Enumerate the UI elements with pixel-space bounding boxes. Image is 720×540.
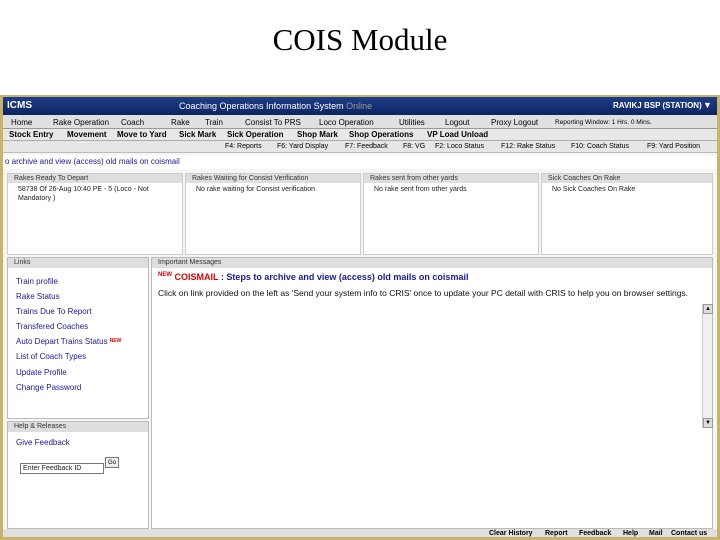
menu-item-rake-operation[interactable]: Rake Operation <box>53 118 109 127</box>
menu-item-utilities[interactable]: Utilities <box>399 118 425 127</box>
toolbar-vp-load-unload[interactable]: VP Load Unload <box>427 130 488 139</box>
links-box: Links Train profile Rake Status Trains D… <box>7 257 149 419</box>
link-transfered-coaches[interactable]: Transfered Coaches <box>16 319 148 334</box>
footer-report[interactable]: Report <box>545 530 568 537</box>
panel-body: No rake sent from other yards <box>374 186 467 193</box>
menu-item-loco-operation[interactable]: Loco Operation <box>319 118 374 127</box>
toolbar-movement[interactable]: Movement <box>67 130 107 139</box>
headline-text: : Steps to archive and view (access) old… <box>218 272 469 282</box>
menu-item-logout[interactable]: Logout <box>445 118 469 127</box>
footer-clear-history[interactable]: Clear History <box>489 530 533 537</box>
panel-rakes-ready: Rakes Ready To Depart 58738 Of 26-Aug 10… <box>7 173 183 255</box>
link-auto-depart[interactable]: Auto Depart Trains Status NEW <box>16 334 148 349</box>
reporting-window: Reporting Window: 1 Hrs. 0 Mins. <box>555 119 652 126</box>
system-status: Online <box>346 101 373 111</box>
new-badge: NEW <box>158 272 172 278</box>
fkey-loco-status[interactable]: F2: Loco Status <box>435 143 484 150</box>
panel-sick-coaches: Sick Coaches On Rake No Sick Coaches On … <box>541 173 713 255</box>
icms-logo: ICMS <box>7 100 32 111</box>
feedback-id-input[interactable] <box>20 463 104 474</box>
new-badge: NEW <box>109 338 122 345</box>
news-ticker[interactable]: o archive and view (access) old mails on… <box>3 155 717 169</box>
help-title: Help & Releases <box>8 422 148 432</box>
panel-body: No Sick Coaches On Rake <box>552 186 636 193</box>
fkey-coach-status[interactable]: F10: Coach Status <box>571 143 629 150</box>
menu-item-home[interactable]: Home <box>11 118 32 127</box>
menu-item-train[interactable]: Train <box>205 118 223 127</box>
toolbar-shop-mark[interactable]: Shop Mark <box>297 130 338 139</box>
link-rake-status[interactable]: Rake Status <box>16 289 148 304</box>
toolbar-shop-operations[interactable]: Shop Operations <box>349 130 413 139</box>
help-box: Help & Releases Give Feedback Go <box>7 421 149 529</box>
link-coach-types[interactable]: List of Coach Types <box>16 349 148 364</box>
scroll-up-arrow-icon[interactable]: ▲ <box>703 304 713 314</box>
footer-contact-us[interactable]: Contact us <box>671 530 707 537</box>
slide-title: COIS Module <box>272 22 448 57</box>
panel-title: Rakes sent from other yards <box>364 174 538 183</box>
icms-app: ICMS Coaching Operations Information Sys… <box>3 97 717 537</box>
fkey-yard-display[interactable]: F6: Yard Display <box>277 143 328 150</box>
give-feedback-link[interactable]: Give Feedback <box>8 432 148 447</box>
scroll-down-arrow-icon[interactable]: ▼ <box>703 418 713 428</box>
footer-mail[interactable]: Mail <box>649 530 663 537</box>
message-headline[interactable]: NEW COISMAIL : Steps to archive and view… <box>158 272 468 282</box>
panel-title: Sick Coaches On Rake <box>542 174 712 183</box>
links-title: Links <box>8 258 148 268</box>
menu-item-rake[interactable]: Rake <box>171 118 190 127</box>
link-change-password[interactable]: Change Password <box>16 380 148 395</box>
panel-rakes-sent: Rakes sent from other yards No rake sent… <box>363 173 539 255</box>
link-train-profile[interactable]: Train profile <box>16 274 148 289</box>
footer-bar: Clear History Report Feedback Help Mail … <box>3 529 717 537</box>
function-key-bar: F4: Reports F6: Yard Display F7: Feedbac… <box>3 141 717 153</box>
fkey-vg[interactable]: F8: VG <box>403 143 425 150</box>
message-scrollbar[interactable]: ▲ ▼ <box>702 304 713 428</box>
browser-frame: ICMS Coaching Operations Information Sys… <box>0 95 720 540</box>
toolbar-sick-mark[interactable]: Sick Mark <box>179 130 216 139</box>
footer-feedback[interactable]: Feedback <box>579 530 611 537</box>
link-trains-due[interactable]: Trains Due To Report <box>16 304 148 319</box>
menu-item-proxy-logout[interactable]: Proxy Logout <box>491 118 538 127</box>
footer-help[interactable]: Help <box>623 530 638 537</box>
coismail-label: COISMAIL <box>174 272 219 282</box>
panel-title: Rakes Waiting for Consist Verification <box>186 174 360 183</box>
user-station-label[interactable]: RAVIKJ BSP (STATION) <box>613 101 702 110</box>
feedback-id-row: Go <box>20 457 119 475</box>
panel-body: No rake waiting for Consist verification <box>196 186 316 193</box>
message-body: Click on link provided on the left as 'S… <box>158 288 689 298</box>
main-menu: Home Rake Operation Coach Rake Train Con… <box>3 115 717 129</box>
fkey-yard-position[interactable]: F9: Yard Position <box>647 143 700 150</box>
fkey-rake-status[interactable]: F12: Rake Status <box>501 143 555 150</box>
chevron-down-icon[interactable]: ▼ <box>703 100 712 110</box>
menu-item-consist-to-prs[interactable]: Consist To PRS <box>245 118 301 127</box>
fkey-reports[interactable]: F4: Reports <box>225 143 262 150</box>
app-header: ICMS Coaching Operations Information Sys… <box>3 97 717 115</box>
messages-title: Important Messages <box>152 258 712 268</box>
panel-body[interactable]: 58738 Of 26-Aug 10:40 PE - 5 (Loco - Not… <box>8 183 182 205</box>
panel-title: Rakes Ready To Depart <box>8 174 182 183</box>
links-list: Train profile Rake Status Trains Due To … <box>8 268 148 395</box>
fkey-feedback[interactable]: F7: Feedback <box>345 143 388 150</box>
menu-item-coach[interactable]: Coach <box>121 118 144 127</box>
rake-panels: Rakes Ready To Depart 58738 Of 26-Aug 10… <box>7 173 713 255</box>
ticker-text: o archive and view (access) old mails on… <box>5 157 180 166</box>
operations-toolbar: Stock Entry Movement Move to Yard Sick M… <box>3 129 717 141</box>
toolbar-move-to-yard[interactable]: Move to Yard <box>117 130 167 139</box>
panel-rakes-waiting: Rakes Waiting for Consist Verification N… <box>185 173 361 255</box>
go-button[interactable]: Go <box>105 457 119 468</box>
toolbar-sick-operation[interactable]: Sick Operation <box>227 130 283 139</box>
important-messages-box: Important Messages NEW COISMAIL : Steps … <box>151 257 713 529</box>
system-name: Coaching Operations Information System O… <box>179 101 373 111</box>
toolbar-stock-entry[interactable]: Stock Entry <box>9 130 53 139</box>
link-update-profile[interactable]: Update Profile <box>16 365 148 380</box>
